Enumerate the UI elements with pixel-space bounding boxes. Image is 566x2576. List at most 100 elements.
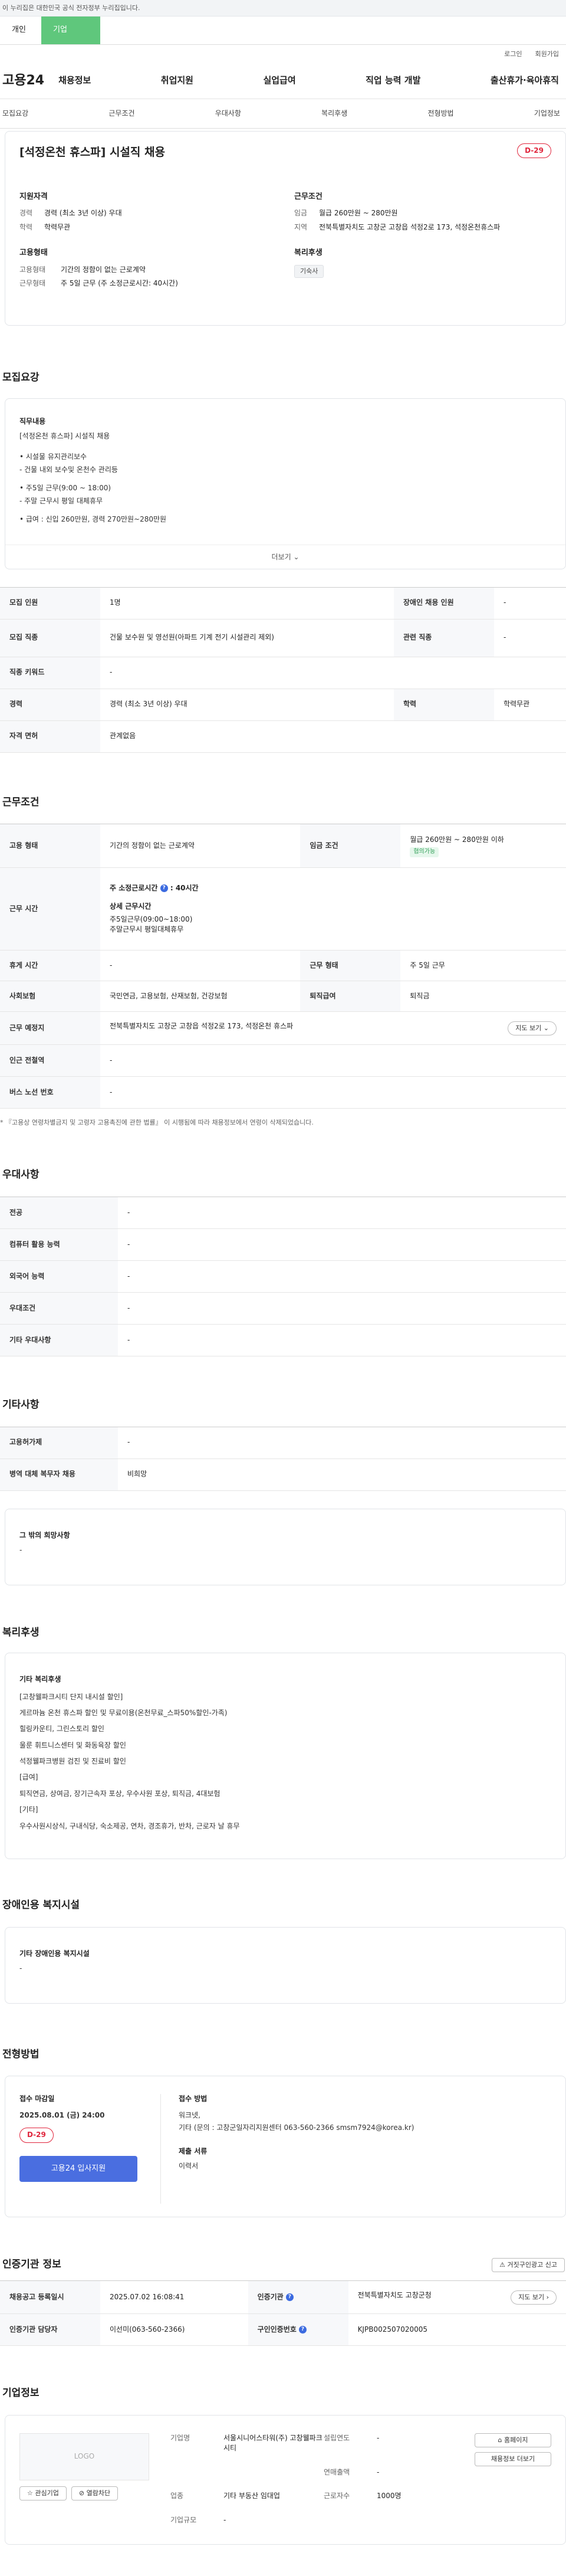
process-box: 접수 마감일 2025.08.01 (금) 24:00 D-29 고용24 입사… bbox=[5, 2076, 566, 2218]
recruit-table: 모집 인원 1명 장애인 채용 인원 - 모집 직종 건물 보수원 및 영선원(아파트 … bbox=[0, 586, 566, 753]
row-label: 컴퓨터 활용 능력 bbox=[0, 1228, 118, 1261]
more-button[interactable]: 더보기 ⌄ bbox=[5, 545, 565, 562]
emp-type-value: 기간의 정함이 없는 근로계약 bbox=[61, 266, 146, 274]
report-false-ad-button[interactable]: ⚠ 거짓구인광고 신고 bbox=[492, 2257, 565, 2272]
audience-tabs: 개인 기업 bbox=[0, 17, 566, 45]
tab-personal[interactable]: 개인 bbox=[0, 17, 41, 44]
home-icon: ⌂ bbox=[498, 2436, 502, 2444]
hours-detail-line: 주말근무시 평일대체휴무 bbox=[110, 925, 184, 934]
disabled-facility-title: 장애인용 복지시설 bbox=[2, 1899, 80, 1912]
info-icon[interactable]: ? bbox=[299, 2325, 307, 2334]
agency-section-title: 인증기관 정보 bbox=[2, 2259, 61, 2271]
gnb-item-employment-support[interactable]: 취업지원 bbox=[161, 74, 193, 87]
section-nav-welfare[interactable]: 복리후생 bbox=[321, 109, 347, 119]
company-industry: 기타 부동산 임대업 bbox=[223, 2492, 280, 2500]
agency-table: 채용공고 등록일시 2025.07.02 16:08:41 인증기관 ? 전북특별자치… bbox=[0, 2280, 566, 2346]
row-label: 장애인 채용 인원 bbox=[394, 587, 494, 620]
job-line: • 시설물 유지관리보수 bbox=[19, 453, 87, 461]
row-label: 인근 전철역 bbox=[0, 1044, 100, 1077]
career-label: 경력 bbox=[19, 209, 33, 218]
row-label: 직종 키워드 bbox=[0, 657, 100, 689]
report-false-ad-label: 거짓구인광고 신고 bbox=[507, 2260, 557, 2269]
wish-heading: 그 밖의 희망사항 bbox=[19, 1530, 70, 1539]
section-nav-company[interactable]: 기업정보 bbox=[534, 109, 560, 119]
section-nav: 모집요강 근무조건 우대사항 복리후생 전형방법 기업정보 bbox=[0, 99, 566, 129]
row-value: 퇴직금 bbox=[400, 981, 566, 1012]
homepage-button[interactable]: ⌂ 홈페이지 bbox=[475, 2433, 551, 2447]
row-label: 구인인증번호 bbox=[257, 2325, 297, 2334]
welfare-summary: 복리후생 기숙사 bbox=[294, 248, 551, 278]
job-summary-card: [석정온천 휴스파] 시설직 채용 D-29 지원자격 경력 경력 (최소 3년 … bbox=[5, 131, 566, 326]
company-field-label: 근로자수 bbox=[324, 2492, 350, 2500]
job-line: • 주5일 근무(9:00 ~ 18:00) bbox=[19, 484, 111, 493]
job-line: - 건물 내외 보수및 온천수 관리등 bbox=[19, 465, 118, 474]
process-section-title: 전형방법 bbox=[2, 2048, 40, 2060]
job-line: • 급여 : 신입 260만원, 경력 270만원~280만원 bbox=[19, 514, 167, 523]
apply-button[interactable]: 고용24 입사지원 bbox=[19, 2155, 137, 2182]
row-value: 1명 bbox=[100, 587, 394, 620]
welfare-line: 우수사원시상식, 구내식당, 숙소제공, 연차, 경조휴가, 반차, 근로자 날… bbox=[19, 1821, 240, 1830]
row-label: 자격 면허 bbox=[0, 720, 100, 753]
signup-link[interactable]: 회원가입 bbox=[535, 50, 559, 58]
disabled-facility-value: - bbox=[19, 1964, 22, 1973]
company-field-label: 업종 bbox=[170, 2492, 184, 2500]
deadline-value: 2025.08.01 (금) 24:00 bbox=[19, 2110, 105, 2119]
section-nav-recruit[interactable]: 모집요강 bbox=[2, 109, 28, 119]
region-value: 전북특별자치도 고창군 고창읍 석정2로 173, 석정온천휴스파 bbox=[319, 222, 501, 231]
welfare-line: 퇴직연금, 상여금, 장기근속자 포상, 우수사원 포상, 퇴직금, 4대보험 bbox=[19, 1789, 221, 1798]
cert-label-cell: 구인인증번호 ? bbox=[248, 2313, 348, 2346]
method-line: 기타 (문의 : 고창군일자리지원센터 063-560-2366 smsm792… bbox=[179, 2123, 414, 2132]
section-nav-process[interactable]: 전형방법 bbox=[427, 109, 453, 119]
row-label: 인증기관 bbox=[257, 2292, 284, 2301]
row-label: 모집 인원 bbox=[0, 587, 100, 620]
method-line: 워크넷, bbox=[179, 2110, 200, 2119]
disabled-facility-section: 장애인용 복지시설 기타 장애인용 복지시설 - bbox=[0, 1898, 566, 2004]
row-value: - bbox=[118, 1292, 566, 1325]
weekly-hours-label: 주 소정근로시간 bbox=[110, 884, 158, 892]
info-icon[interactable]: ? bbox=[285, 2293, 294, 2301]
tab-company[interactable]: 기업 bbox=[41, 17, 100, 44]
more-jobs-button[interactable]: 채용정보 더보기 bbox=[475, 2452, 551, 2466]
agency-section: 인증기관 정보 ⚠ 거짓구인광고 신고 채용공고 등록일시 2025.07.02 … bbox=[0, 2257, 566, 2346]
work-form-label: 근무형태 bbox=[19, 279, 46, 288]
utility-menu: 로그인 회원가입 bbox=[0, 45, 566, 63]
row-value: - bbox=[100, 950, 301, 982]
site-logo[interactable]: 고용24 bbox=[2, 71, 44, 90]
row-value: - bbox=[118, 1197, 566, 1229]
more-label: 더보기 bbox=[271, 553, 291, 562]
section-nav-prefer[interactable]: 우대사항 bbox=[215, 109, 241, 119]
etc-section-title: 기타사항 bbox=[2, 1398, 40, 1411]
login-link[interactable]: 로그인 bbox=[504, 50, 522, 58]
block-view-button[interactable]: ⊘ 열람차단 bbox=[71, 2486, 119, 2500]
job-description-heading: 직무내용 bbox=[19, 417, 46, 425]
education-value: 학력무관 bbox=[44, 222, 71, 231]
row-value: 관계없음 bbox=[100, 720, 566, 753]
gnb-item-parental-leave[interactable]: 출산휴가·육아휴직 bbox=[491, 74, 559, 87]
section-nav-conditions[interactable]: 근무조건 bbox=[108, 109, 134, 119]
row-label: 채용공고 등록일시 bbox=[0, 2280, 100, 2315]
map-button[interactable]: 지도 보기 ⌄ bbox=[508, 1021, 557, 1035]
wage-cell: 월급 260만원 ~ 280만원 이하 협의가능 bbox=[400, 824, 566, 869]
row-label: 퇴직급여 bbox=[300, 981, 401, 1012]
job-line: [석정온천 휴스파] 시설직 채용 bbox=[19, 432, 110, 441]
star-icon: ☆ bbox=[27, 2489, 33, 2497]
favorite-company-button[interactable]: ☆ 관심기업 bbox=[19, 2486, 67, 2500]
prefer-table: 전공 - 컴퓨터 활용 능력 - 외국어 능력 - 우대조건 - 기타 우대사항 - bbox=[0, 1196, 566, 1356]
company-logo-placeholder: LOGO bbox=[19, 2433, 149, 2480]
row-label: 외국어 능력 bbox=[0, 1260, 118, 1293]
gnb-item-jobs[interactable]: 채용정보 bbox=[58, 74, 91, 87]
gov-banner: 이 누리집은 대한민국 공식 전자정부 누리집입니다. bbox=[0, 0, 566, 17]
row-label: 고용허가제 bbox=[0, 1427, 118, 1459]
row-value: 비희망 bbox=[118, 1459, 566, 1491]
gnb-item-vocational-training[interactable]: 직업 능력 개발 bbox=[366, 74, 420, 87]
gnb-item-unemployment-benefit[interactable]: 실업급여 bbox=[263, 74, 295, 87]
qualification-summary: 지원자격 경력 경력 (최소 3년 이상) 우대 학력 학력무관 bbox=[19, 192, 277, 233]
agency-map-button[interactable]: 지도 보기 › bbox=[511, 2290, 557, 2305]
row-value: 건물 보수원 및 영선원(아파트 기계 전기 시설관리 제외) bbox=[100, 619, 394, 657]
company-field-label: 기업규모 bbox=[170, 2516, 197, 2525]
company-logo-text: LOGO bbox=[74, 2452, 95, 2460]
info-icon[interactable]: ? bbox=[160, 884, 168, 892]
company-employees: 1000명 bbox=[377, 2492, 402, 2500]
row-value: 전북특별자치도 고창군청 bbox=[357, 2290, 432, 2299]
global-nav: 고용24 채용정보 취업지원 실업급여 직업 능력 개발 출산휴가·육아휴직 bbox=[0, 63, 566, 99]
